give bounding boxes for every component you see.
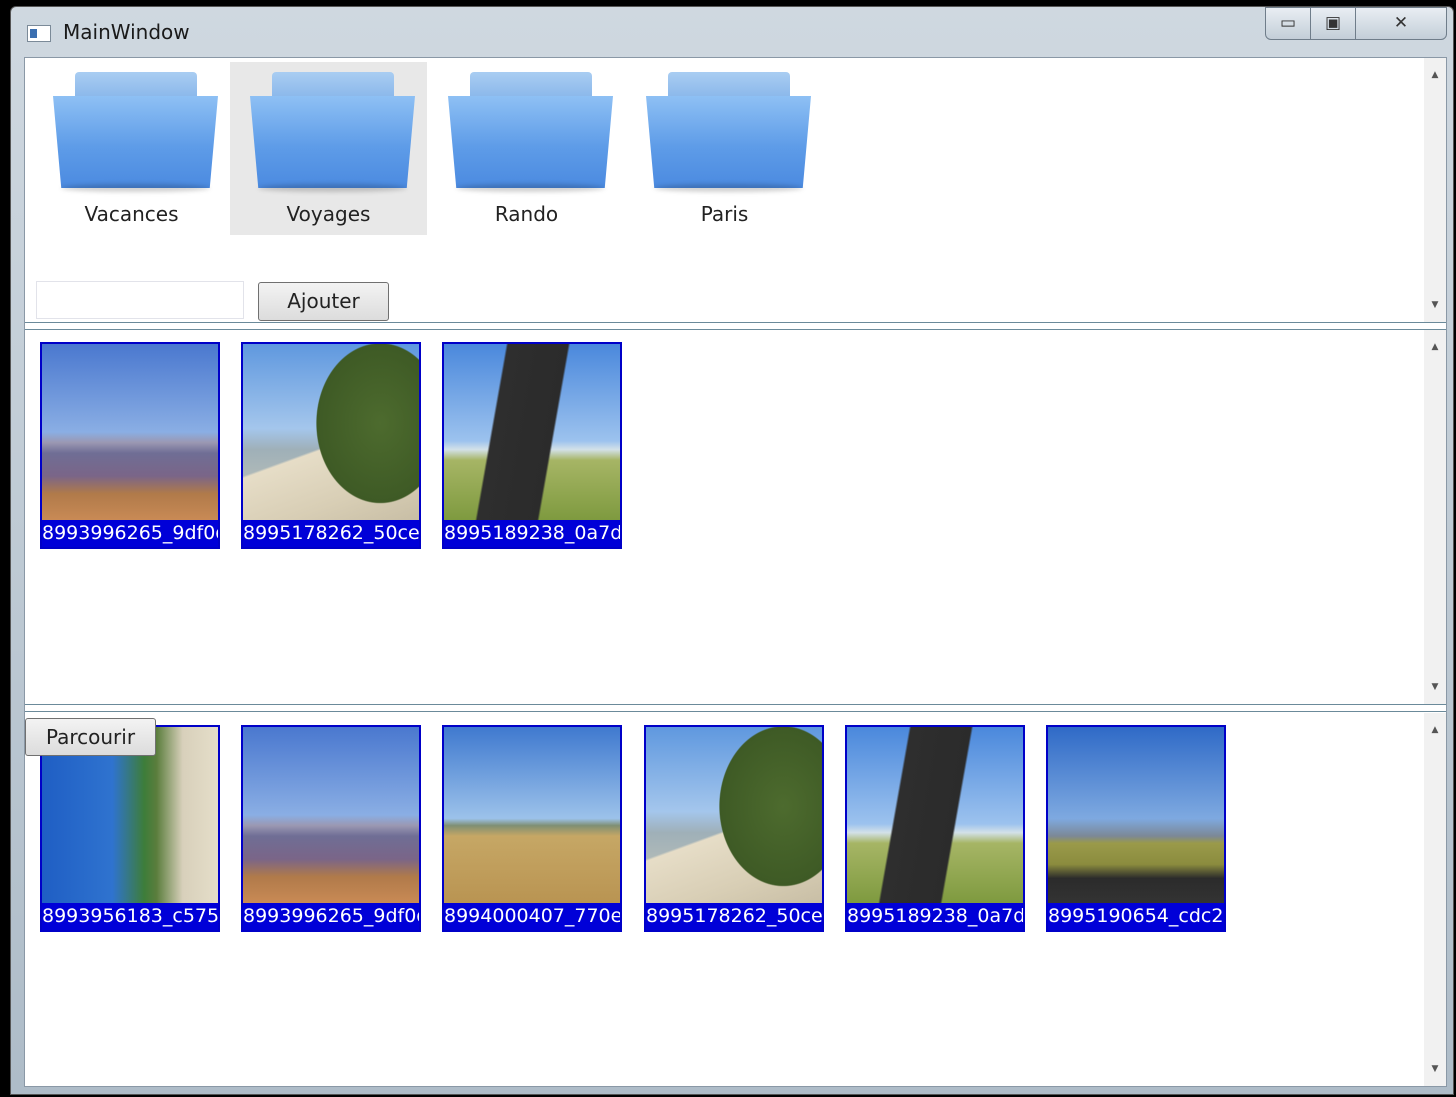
- folder-photos-scrollbar[interactable]: ▲ ▼: [1424, 330, 1446, 704]
- photo-caption: 8995178262_50ce6: [646, 905, 822, 927]
- photo-image: [646, 727, 822, 903]
- app-icon: [27, 25, 51, 42]
- scroll-down-arrow-icon[interactable]: ▼: [1424, 298, 1446, 312]
- window-title: MainWindow: [63, 20, 190, 44]
- scroll-up-arrow-icon[interactable]: ▲: [1424, 723, 1446, 737]
- folder-item-voyages[interactable]: Voyages: [230, 62, 427, 235]
- photo-thumbnail[interactable]: 8993996265_9df0d: [241, 725, 421, 932]
- photo-caption: 8995190654_cdc2c: [1048, 905, 1224, 927]
- folder-icon: [53, 72, 218, 192]
- main-window: MainWindow ▭ ▣ ✕ Vacances Voyages Rando …: [10, 6, 1454, 1095]
- scroll-down-arrow-icon[interactable]: ▼: [1424, 680, 1446, 694]
- window-client-area: Vacances Voyages Rando Paris Ajouter ▲ ▼…: [24, 57, 1447, 1087]
- photo-thumbnail[interactable]: 8995178262_50ce6: [241, 342, 421, 549]
- all-photos-panel: Parcourir 8993956183_c5752 8993996265_9d…: [25, 713, 1446, 1086]
- photo-thumbnail[interactable]: 8995178262_50ce6: [644, 725, 824, 932]
- title-bar[interactable]: MainWindow ▭ ▣ ✕: [11, 7, 1453, 55]
- folder-photos-panel: 8993996265_9df0d 8995178262_50ce6 899518…: [25, 330, 1446, 704]
- add-folder-button[interactable]: Ajouter: [258, 282, 389, 321]
- minimize-button[interactable]: ▭: [1265, 7, 1311, 40]
- folder-icon: [250, 72, 415, 192]
- photo-image: [243, 727, 419, 903]
- folder-icon: [448, 72, 613, 192]
- folders-panel: Vacances Voyages Rando Paris Ajouter ▲ ▼: [25, 58, 1446, 322]
- folders-scrollbar[interactable]: ▲ ▼: [1424, 58, 1446, 322]
- maximize-button[interactable]: ▣: [1310, 7, 1356, 40]
- scroll-up-arrow-icon[interactable]: ▲: [1424, 340, 1446, 354]
- all-photos-scrollbar[interactable]: ▲ ▼: [1424, 713, 1446, 1086]
- photo-caption: 8995189238_0a7d6: [444, 522, 620, 544]
- close-button[interactable]: ✕: [1355, 7, 1447, 40]
- photo-thumbnail[interactable]: 8993996265_9df0d: [40, 342, 220, 549]
- photo-thumbnail[interactable]: 8993956183_c5752: [40, 725, 220, 932]
- folder-item-paris[interactable]: Paris: [626, 62, 823, 235]
- photo-caption: 8995178262_50ce6: [243, 522, 419, 544]
- folder-icon: [646, 72, 811, 192]
- photo-thumbnail[interactable]: 8994000407_770e1: [442, 725, 622, 932]
- scroll-up-arrow-icon[interactable]: ▲: [1424, 68, 1446, 82]
- photo-image: [444, 727, 620, 903]
- photo-caption: 8995189238_0a7d6: [847, 905, 1023, 927]
- photo-thumbnail[interactable]: 8995189238_0a7d6: [442, 342, 622, 549]
- photo-caption: 8993956183_c5752: [42, 905, 218, 927]
- folder-name-input[interactable]: [36, 281, 244, 319]
- folder-label: Rando: [494, 202, 559, 226]
- scroll-down-arrow-icon[interactable]: ▼: [1424, 1062, 1446, 1076]
- panel-splitter[interactable]: [25, 704, 1446, 712]
- photo-thumbnail[interactable]: 8995190654_cdc2c: [1046, 725, 1226, 932]
- photo-image: [444, 344, 620, 520]
- photo-caption: 8993996265_9df0d: [243, 905, 419, 927]
- browse-button[interactable]: Parcourir: [25, 718, 156, 756]
- folder-label: Vacances: [84, 202, 179, 226]
- photo-caption: 8994000407_770e1: [444, 905, 620, 927]
- folder-label: Voyages: [286, 202, 371, 226]
- photo-image: [42, 344, 218, 520]
- folder-item-vacances[interactable]: Vacances: [33, 62, 230, 235]
- photo-thumbnail[interactable]: 8995189238_0a7d6: [845, 725, 1025, 932]
- photo-image: [1048, 727, 1224, 903]
- photo-image: [243, 344, 419, 520]
- photo-image: [847, 727, 1023, 903]
- panel-splitter[interactable]: [25, 322, 1446, 330]
- folder-label: Paris: [700, 202, 749, 226]
- photo-caption: 8993996265_9df0d: [42, 522, 218, 544]
- folder-item-rando[interactable]: Rando: [428, 62, 625, 235]
